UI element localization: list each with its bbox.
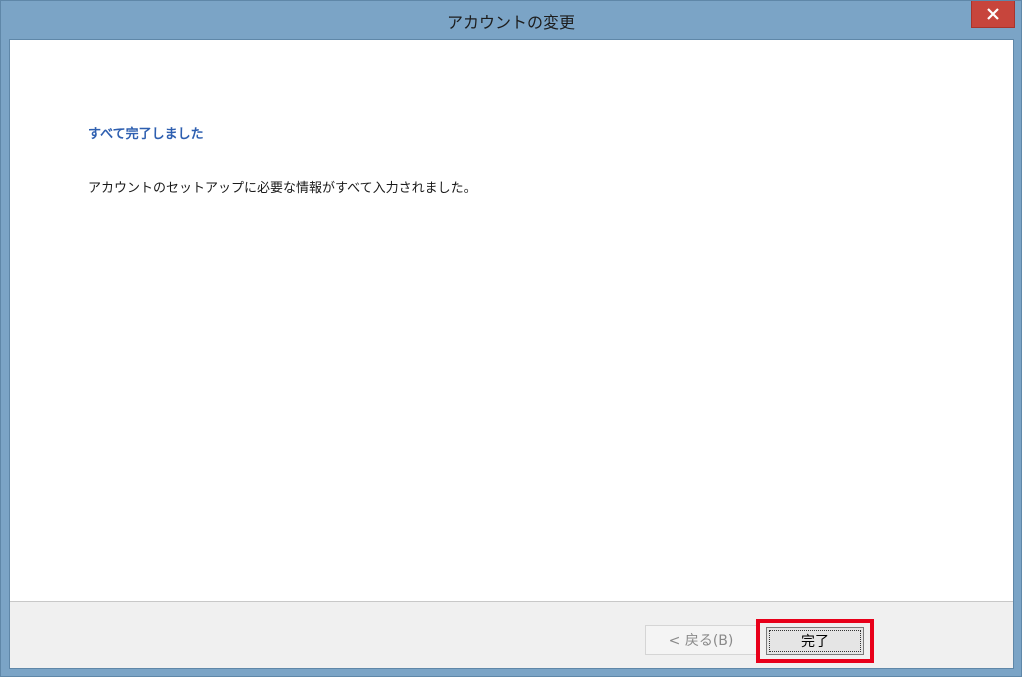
completion-message: アカウントのセットアップに必要な情報がすべて入力されました。: [88, 181, 477, 196]
dialog-client-area: すべて完了しました アカウントのセットアップに必要な情報がすべて入力されました。…: [9, 39, 1014, 669]
back-button[interactable]: < 戻る(B): [645, 625, 757, 655]
dialog-window: アカウントの変更 すべて完了しました アカウントのセットアップに必要な情報がすべ…: [0, 0, 1022, 677]
title-bar[interactable]: アカウントの変更: [1, 1, 1021, 39]
close-button[interactable]: [971, 1, 1015, 28]
focus-ring: [769, 630, 861, 652]
content-panel: すべて完了しました アカウントのセットアップに必要な情報がすべて入力されました。: [10, 40, 1013, 601]
window-title: アカウントの変更: [446, 13, 575, 32]
close-icon: [987, 8, 999, 20]
button-bar: < 戻る(B) 完了: [10, 601, 1013, 668]
finish-button[interactable]: 完了: [766, 627, 864, 655]
completion-heading: すべて完了しました: [88, 127, 204, 142]
